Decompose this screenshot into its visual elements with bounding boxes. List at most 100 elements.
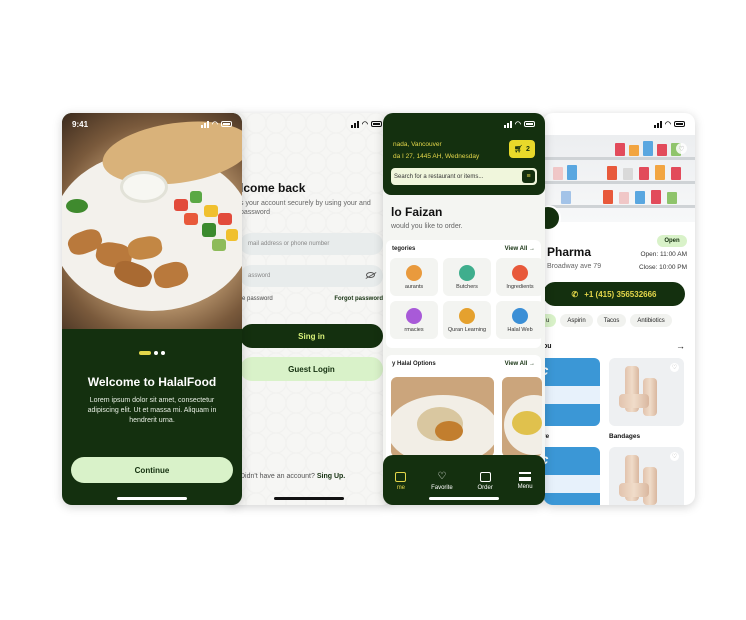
category-ingredients[interactable]: Ingredients	[496, 258, 544, 296]
categories-view-all[interactable]: View All →	[505, 246, 535, 252]
battery-icon	[371, 121, 382, 127]
chip-aspirin[interactable]: Aspirin	[560, 314, 593, 327]
call-button[interactable]: ✆ +1 (415) 356532666	[543, 282, 685, 306]
signup-row: Didn't have an account? Sing Up.	[240, 473, 390, 480]
category-halal-web[interactable]: Halal Web	[496, 301, 544, 339]
heart-icon: ♡	[437, 470, 447, 482]
category-butchers[interactable]: Butchers	[443, 258, 491, 296]
pharmacy-address: Broadway ave 79	[547, 263, 602, 270]
wifi-icon: ◠	[211, 121, 218, 128]
nav-label: Favorite	[431, 484, 453, 491]
signal-icon	[350, 120, 359, 128]
greeting-question: would you like to order.	[391, 223, 463, 230]
favorite-heart-icon[interactable]: ♡	[670, 363, 679, 372]
pharmacy-icon	[406, 307, 422, 324]
pagination-dots	[62, 351, 242, 355]
email-field[interactable]: mail address or phone number	[240, 233, 383, 255]
guest-login-button[interactable]: Guest Login	[240, 357, 383, 381]
page-subtitle: s your account securely by using your an…	[240, 200, 371, 216]
status-bar: ◠	[543, 113, 695, 135]
app-showcase: ◠ lcome back s your account securely by …	[0, 0, 746, 620]
halal-options-card: y Halal Options View All →	[386, 355, 542, 465]
signal-icon	[503, 120, 512, 128]
filter-icon[interactable]: ≡	[522, 170, 535, 183]
nav-favorite[interactable]: ♡ Favorite	[431, 470, 453, 491]
email-placeholder: mail address or phone number	[248, 241, 330, 247]
product-card[interactable]: ♡	[609, 358, 684, 426]
order-icon	[479, 471, 491, 482]
page-dot[interactable]	[161, 351, 165, 355]
nav-home[interactable]: me	[395, 471, 407, 491]
pharmacy-name: Pharma	[547, 245, 592, 259]
signal-icon	[653, 120, 662, 128]
close-time: Close: 10:00 PM	[638, 264, 687, 271]
battery-icon	[524, 121, 535, 127]
category-quran-learning[interactable]: Quran Learning	[443, 301, 491, 339]
home-indicator	[274, 497, 344, 500]
categories-title: tegories	[392, 246, 416, 252]
category-restaurants[interactable]: aurants	[390, 258, 438, 296]
category-pharmacies[interactable]: rmacies	[390, 301, 438, 339]
product-label: Bandages	[609, 433, 641, 440]
page-title: lcome back	[240, 181, 306, 195]
continue-button[interactable]: Continue	[71, 457, 233, 483]
nav-menu[interactable]: Menu	[518, 472, 533, 490]
battery-icon	[221, 121, 232, 127]
food-option-card[interactable]	[391, 377, 494, 457]
onboarding-screen: 9:41 ◠ Welcome to HalalFood Lorem ipsum …	[62, 113, 242, 505]
nav-label: Menu	[517, 484, 533, 490]
nav-label: me	[396, 484, 406, 491]
open-time: Open: 11:00 AM	[640, 251, 688, 258]
categories-card: tegories View All → aurants Butchers Ing…	[386, 240, 544, 348]
date-text: da I 27, 1445 AH, Wednesday	[393, 153, 480, 160]
search-input[interactable]: Search for a restaurant or items... ≡	[391, 168, 537, 185]
product-image: exc	[543, 447, 600, 505]
butcher-icon	[459, 264, 475, 281]
phone-icon: ✆	[571, 289, 579, 299]
product-card[interactable]: exc	[543, 447, 600, 505]
search-placeholder: Search for a restaurant or items...	[394, 173, 484, 180]
favorite-heart-icon[interactable]: ♡	[676, 143, 687, 154]
chip-0[interactable]: u	[543, 314, 557, 327]
page-dot[interactable]	[154, 351, 158, 355]
book-icon	[459, 307, 475, 324]
phone-number: +1 (415) 356532666	[584, 289, 657, 299]
product-card[interactable]: exc	[543, 358, 600, 426]
page-dot-active[interactable]	[139, 351, 151, 355]
options-title: y Halal Options	[392, 361, 436, 367]
background-pattern	[226, 113, 392, 505]
cart-icon: 🛒︎	[514, 146, 523, 153]
status-bar: 9:41 ◠	[62, 113, 242, 135]
pharmacy-banner-image	[543, 135, 695, 222]
category-chips: u Aspirin Tacos Antibiotics	[543, 314, 672, 327]
page-body: Lorem ipsum dolor sit amet, consectetur …	[87, 397, 217, 424]
food-option-card[interactable]	[502, 377, 542, 457]
signup-link[interactable]: Sing Up.	[317, 473, 345, 480]
page-title: Welcome to HalalFood	[87, 375, 217, 389]
chip-antibiotics[interactable]: Antibiotics	[630, 314, 672, 327]
category-label: Butchers	[456, 283, 478, 290]
signal-icon	[200, 120, 209, 128]
password-field[interactable]: assword	[240, 265, 383, 287]
status-badge: Open	[657, 235, 687, 247]
category-label: Halal Web	[507, 326, 533, 333]
favorite-heart-icon[interactable]: ♡	[670, 452, 679, 461]
location-text[interactable]: nada, Vancouver	[393, 141, 442, 148]
web-icon	[512, 307, 528, 324]
options-view-all[interactable]: View All →	[505, 361, 535, 367]
chip-tacos[interactable]: Tacos	[596, 314, 627, 327]
wifi-icon: ◠	[514, 121, 521, 128]
signin-button[interactable]: Sing in	[240, 324, 383, 348]
nav-order[interactable]: Order	[477, 471, 493, 491]
category-label: Ingredients	[506, 283, 534, 290]
nav-label: Order	[477, 484, 493, 491]
login-screen: ◠ lcome back s your account securely by …	[226, 113, 392, 505]
section-arrow-icon[interactable]: →	[676, 341, 685, 351]
pharmacy-screen: ◠ ♡ Open Pharma Broadway ave 79 Open: 11…	[543, 113, 695, 505]
cart-button[interactable]: 🛒︎ 2	[509, 140, 535, 158]
forgot-password-link[interactable]: Forgot password	[334, 296, 383, 302]
eye-off-icon[interactable]	[366, 272, 375, 278]
product-card[interactable]: ♡	[609, 447, 684, 505]
battery-icon	[674, 121, 685, 127]
remember-password-label[interactable]: re password	[240, 296, 273, 302]
